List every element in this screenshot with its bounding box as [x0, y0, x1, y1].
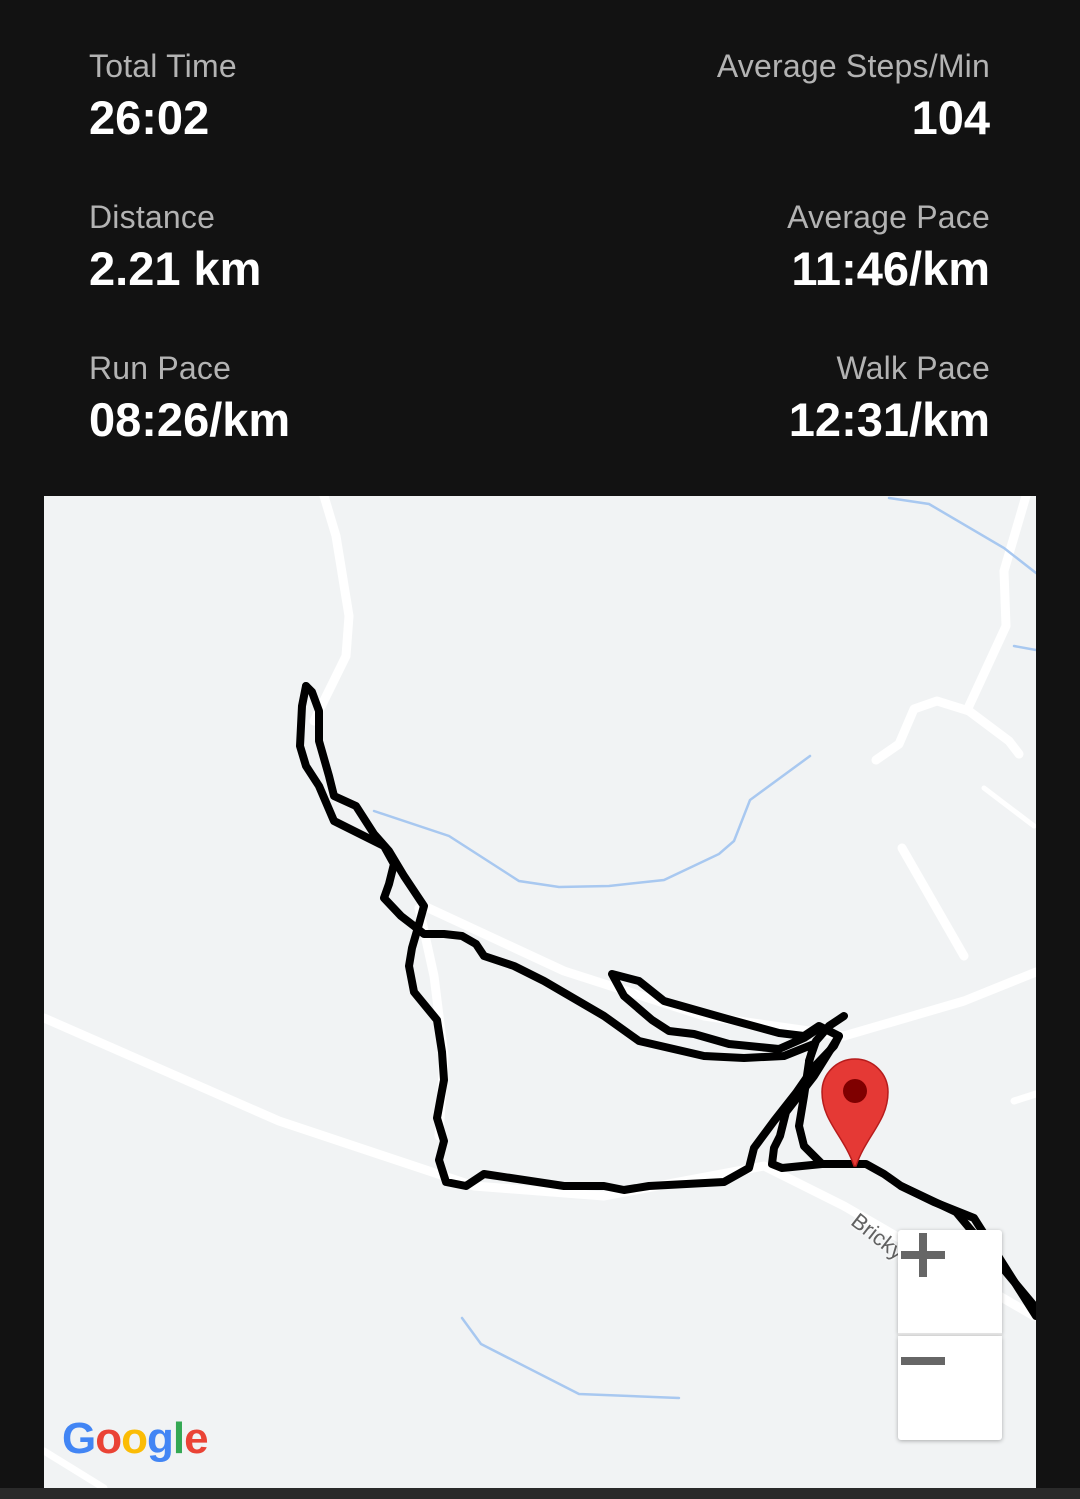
stream — [460, 1316, 681, 1400]
stat-label: Average Pace — [787, 199, 990, 235]
road — [839, 967, 1036, 1041]
road — [419, 901, 849, 1041]
zoom-out-button[interactable] — [898, 1336, 1002, 1440]
minus-icon — [901, 1357, 945, 1365]
map-roads — [44, 496, 1036, 1488]
stat-average-steps: Average Steps/Min 104 — [540, 46, 990, 146]
stat-distance: Distance 2.21 km — [89, 197, 539, 297]
road — [309, 496, 354, 726]
plus-icon — [901, 1233, 945, 1277]
workout-stats-panel: Total Time 26:02 Average Steps/Min 104 D… — [0, 0, 1080, 496]
route-path — [302, 682, 843, 1194]
road — [897, 843, 969, 961]
stat-value: 08:26/km — [89, 393, 291, 446]
route-map[interactable]: Brickyard Ln Google — [44, 496, 1036, 1488]
location-pin-icon[interactable] — [821, 1058, 889, 1167]
stat-label: Walk Pace — [836, 350, 990, 386]
stat-value: 11:46/km — [791, 242, 990, 295]
bottom-edge — [0, 1488, 1080, 1499]
stat-value: 2.21 km — [89, 242, 262, 295]
workout-route — [296, 682, 1036, 1320]
stat-total-time: Total Time 26:02 — [89, 46, 539, 146]
stat-label: Average Steps/Min — [716, 48, 990, 84]
zoom-in-button[interactable] — [898, 1230, 1002, 1334]
stat-value: 12:31/km — [788, 393, 990, 446]
stat-value: 104 — [911, 91, 990, 144]
stream — [372, 754, 812, 889]
road — [871, 696, 1024, 765]
stat-walk-pace: Walk Pace 12:31/km — [540, 348, 990, 448]
road — [964, 496, 1031, 711]
road — [981, 785, 1036, 829]
stat-run-pace: Run Pace 08:26/km — [89, 348, 539, 448]
stat-label: Distance — [89, 199, 216, 235]
stat-value: 26:02 — [89, 91, 210, 144]
stream — [1012, 644, 1036, 652]
road — [1010, 1090, 1036, 1105]
stat-label: Total Time — [89, 48, 237, 84]
google-logo[interactable]: Google — [62, 1414, 209, 1464]
stat-label: Run Pace — [89, 350, 232, 386]
map-canvas[interactable] — [44, 496, 1036, 1488]
road — [44, 1013, 1036, 1321]
stat-average-pace: Average Pace 11:46/km — [540, 197, 990, 297]
